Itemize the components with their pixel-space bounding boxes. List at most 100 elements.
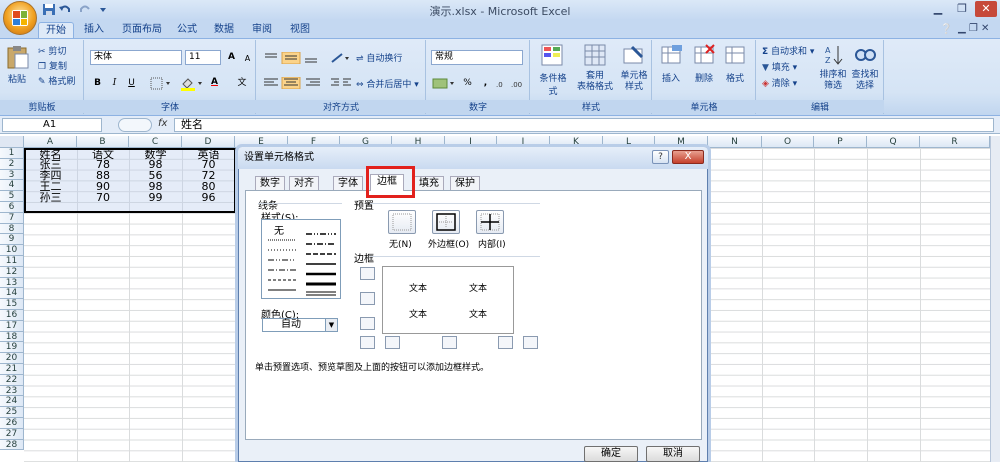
line-style-samples[interactable] — [264, 232, 340, 298]
delete-cells-icon[interactable] — [693, 43, 717, 67]
shrink-font-button[interactable]: A — [240, 51, 255, 66]
border-diag-down-button[interactable] — [523, 336, 538, 349]
cancel-button[interactable]: 取消 — [646, 446, 700, 462]
border-color-combo[interactable]: 自动 ▼ — [262, 318, 338, 332]
bold-button[interactable]: B — [90, 76, 105, 91]
row-header[interactable]: 28 — [0, 439, 24, 451]
row-header[interactable]: 10 — [0, 245, 24, 256]
preset-inside-button[interactable] — [476, 210, 504, 234]
delete-cells-button[interactable]: 删除 — [695, 71, 713, 84]
column-header[interactable]: O — [762, 136, 814, 148]
dialog-help-button[interactable]: ? — [652, 150, 669, 164]
border-left-button[interactable] — [385, 336, 400, 349]
row-header[interactable]: 1 — [0, 148, 24, 159]
font-color-button[interactable]: A — [207, 75, 222, 90]
dialog-close-button[interactable]: X — [672, 150, 704, 164]
paste-icon[interactable] — [6, 44, 30, 70]
row-header[interactable]: 11 — [0, 256, 24, 267]
column-header[interactable]: A — [24, 136, 77, 148]
tab-page-layout[interactable]: 页面布局 — [116, 22, 168, 38]
row-header[interactable]: 16 — [0, 310, 24, 321]
row-header[interactable]: 18 — [0, 331, 24, 343]
row-header[interactable]: 17 — [0, 320, 24, 332]
orientation-icon[interactable] — [330, 52, 352, 64]
font-size-combo[interactable]: 11 — [185, 50, 221, 65]
row-header[interactable]: 15 — [0, 299, 24, 310]
preset-outline-button[interactable] — [432, 210, 460, 234]
insert-cells-button[interactable]: 插入 — [662, 71, 680, 84]
column-header[interactable]: D — [182, 136, 235, 148]
row-header[interactable]: 4 — [0, 180, 24, 192]
tab-fill[interactable]: 填充 — [414, 176, 444, 191]
find-select-button[interactable]: 查找和 选择 — [850, 70, 880, 92]
number-format-combo[interactable]: 常规 — [431, 50, 523, 65]
column-header[interactable]: R — [920, 136, 990, 148]
tab-home[interactable]: 开始 — [38, 22, 74, 38]
row-header[interactable]: 26 — [0, 418, 24, 429]
sort-filter-icon[interactable]: AZ — [824, 43, 846, 67]
select-all-corner[interactable] — [0, 136, 24, 148]
borders-icon[interactable] — [150, 77, 172, 90]
conditional-format-button[interactable]: 条件格式 — [536, 71, 570, 97]
insert-function-icon[interactable]: fx — [158, 118, 167, 129]
conditional-format-icon[interactable] — [540, 43, 564, 67]
minimize-icon[interactable]: ▁ — [927, 1, 949, 17]
office-button[interactable] — [3, 1, 37, 35]
tab-insert[interactable]: 插入 — [80, 22, 108, 38]
ok-button[interactable]: 确定 — [584, 446, 638, 462]
clear-button[interactable]: ◈ 清除 ▾ — [762, 76, 797, 89]
indent-icons[interactable] — [330, 77, 352, 89]
row-header[interactable]: 5 — [0, 191, 24, 202]
row-header[interactable]: 7 — [0, 212, 24, 224]
cell-styles-icon[interactable] — [622, 43, 646, 67]
row-header[interactable]: 8 — [0, 223, 24, 235]
tab-number[interactable]: 数字 — [255, 176, 285, 191]
tab-view[interactable]: 视图 — [288, 22, 312, 38]
grow-font-button[interactable]: A — [224, 50, 239, 65]
paste-button[interactable]: 粘贴 — [8, 72, 26, 85]
row-header[interactable]: 14 — [0, 288, 24, 300]
table-cell[interactable]: 96 — [182, 192, 235, 203]
row-header[interactable]: 6 — [0, 202, 24, 213]
row-header[interactable]: 20 — [0, 353, 24, 364]
row-header[interactable]: 12 — [0, 266, 24, 278]
format-painter-button[interactable]: ✎ 格式刷 — [38, 74, 75, 87]
column-header[interactable]: P — [814, 136, 867, 148]
cell-styles-button[interactable]: 单元格 样式 — [618, 71, 650, 93]
fill-button[interactable]: ▼ 填充 ▾ — [762, 60, 797, 73]
line-style-list[interactable]: 无 — [261, 219, 341, 299]
fill-color-icon[interactable] — [180, 76, 204, 91]
border-diag-up-button[interactable] — [360, 336, 375, 349]
italic-button[interactable]: I — [107, 76, 122, 91]
row-header[interactable]: 27 — [0, 428, 24, 440]
row-header[interactable]: 21 — [0, 364, 24, 375]
vertical-align-icons[interactable] — [262, 52, 326, 64]
row-header[interactable]: 9 — [0, 234, 24, 246]
tab-formulas[interactable]: 公式 — [175, 22, 199, 38]
tab-protection[interactable]: 保护 — [450, 176, 480, 191]
wrap-text-button[interactable]: ⇌ 自动换行 — [356, 51, 402, 64]
preset-none-button[interactable] — [388, 210, 416, 234]
dropdown-arrow-icon[interactable]: ▼ — [325, 319, 337, 331]
formula-input[interactable]: 姓名 — [174, 118, 994, 132]
column-header[interactable]: C — [129, 136, 182, 148]
table-cell[interactable]: 99 — [129, 192, 182, 203]
row-header[interactable]: 19 — [0, 342, 24, 354]
border-bottom-button[interactable] — [360, 317, 375, 330]
percent-button[interactable]: % — [460, 76, 475, 91]
vertical-scrollbar[interactable] — [990, 136, 1000, 462]
table-cell[interactable]: 70 — [77, 192, 129, 203]
currency-icon[interactable] — [432, 77, 456, 90]
close-window-icon[interactable]: ✕ — [975, 1, 997, 17]
sort-filter-button[interactable]: 排序和 筛选 — [818, 70, 848, 92]
tab-font[interactable]: 字体 — [333, 176, 363, 191]
row-header[interactable]: 25 — [0, 407, 24, 418]
border-middle-h-button[interactable] — [360, 292, 375, 305]
row-header[interactable]: 2 — [0, 158, 24, 170]
row-header[interactable]: 24 — [0, 396, 24, 408]
merge-center-button[interactable]: ⇔ 合并后居中 ▾ — [356, 77, 419, 90]
copy-button[interactable]: ❐ 复制 — [38, 59, 67, 72]
row-header[interactable]: 13 — [0, 277, 24, 289]
row-header[interactable]: 3 — [0, 169, 24, 181]
row-header[interactable]: 23 — [0, 385, 24, 397]
